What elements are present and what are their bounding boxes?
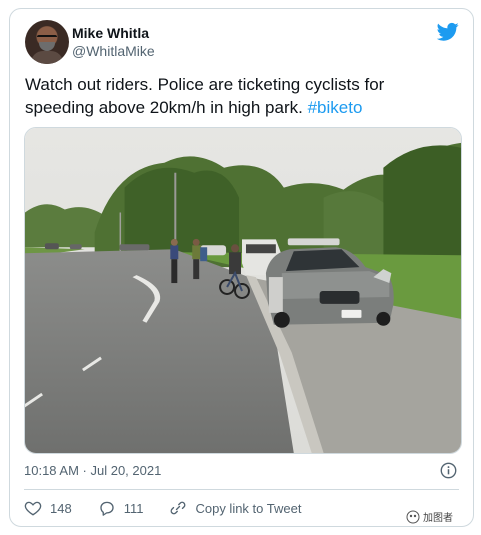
- avatar-beard: [39, 42, 55, 51]
- watermark-text: 加图者: [423, 513, 453, 524]
- tweet-timestamp[interactable]: 10:18 AM · Jul 20, 2021: [24, 463, 161, 478]
- author-avatar[interactable]: [25, 20, 69, 64]
- copy-link-button[interactable]: Copy link to Tweet: [169, 499, 301, 517]
- link-icon: [171, 501, 186, 515]
- avatar-glasses: [37, 35, 57, 39]
- twitter-bird-icon[interactable]: [437, 22, 459, 42]
- reply-button[interactable]: 111: [98, 499, 144, 517]
- hashtag-link[interactable]: #biketo: [308, 98, 363, 117]
- reply-count: 111: [123, 500, 144, 516]
- tweet-photo[interactable]: [24, 127, 462, 454]
- like-count: 148: [50, 500, 72, 516]
- tweet-text-line2: speeding above 20km/h in high park.: [25, 98, 308, 117]
- watermark: 加图者: [406, 509, 453, 524]
- info-icon[interactable]: [440, 462, 457, 479]
- tweet-text: Watch out riders. Police are ticketing c…: [25, 73, 455, 119]
- tweet-card: Mike Whitla @WhitlaMike Watch out riders…: [9, 8, 474, 527]
- reply-bubble-icon: [100, 501, 114, 516]
- action-divider: [24, 489, 459, 490]
- watermark-logo-icon: [406, 510, 420, 523]
- author-name[interactable]: Mike Whitla: [72, 25, 149, 41]
- like-button[interactable]: 148: [24, 499, 72, 517]
- author-handle[interactable]: @WhitlaMike: [72, 43, 155, 59]
- heart-icon: [24, 501, 42, 516]
- avatar-shirt: [31, 51, 63, 64]
- tweet-text-line1: Watch out riders. Police are ticketing c…: [25, 75, 385, 94]
- tweet-actions: 148 111 Copy link to Tweet: [24, 498, 327, 518]
- copy-link-label: Copy link to Tweet: [195, 500, 302, 516]
